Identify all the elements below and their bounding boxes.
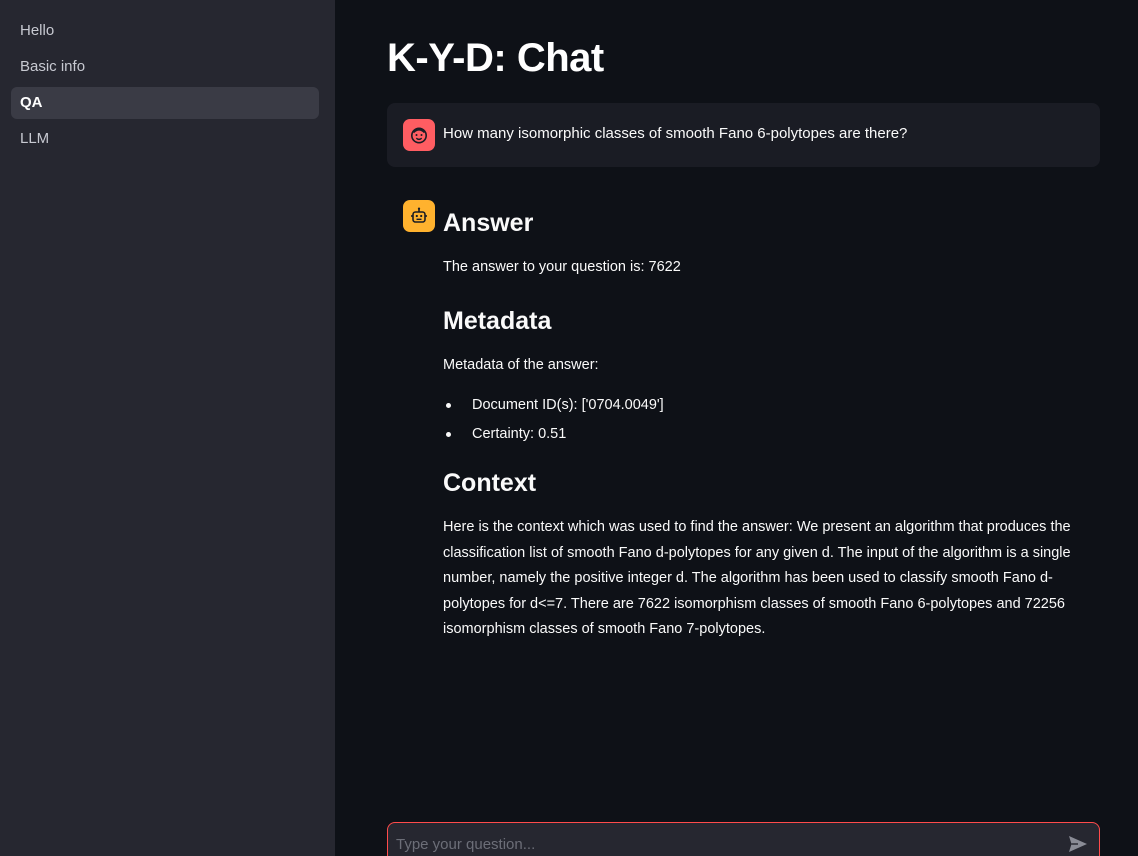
- page-title: K-Y-D: Chat: [387, 36, 604, 80]
- sidebar-item-qa[interactable]: QA: [11, 87, 319, 119]
- sidebar: Hello Basic info QA LLM: [0, 0, 335, 856]
- metadata-item-certainty: Certainty: 0.51: [443, 424, 1103, 453]
- metadata-intro: Metadata of the answer:: [443, 356, 599, 373]
- sidebar-item-basic-info[interactable]: Basic info: [11, 51, 319, 83]
- question-input[interactable]: [396, 834, 1046, 854]
- metadata-item-document-ids: Document ID(s): ['0704.0049']: [443, 395, 1103, 424]
- send-icon: [1069, 836, 1087, 852]
- context-text: Here is the context which was used to fi…: [443, 519, 1071, 637]
- user-message-text: How many isomorphic classes of smooth Fa…: [443, 125, 908, 142]
- answer-text: The answer to your question is: 7622: [443, 259, 681, 275]
- answer-heading: Answer: [443, 209, 534, 237]
- metadata-heading: Metadata: [443, 306, 552, 335]
- send-button[interactable]: [1067, 833, 1089, 855]
- assistant-message: Answer The answer to your question is: 7…: [443, 200, 1103, 643]
- main-content: K-Y-D: Chat How many isomorphic classes …: [335, 0, 1138, 856]
- app: Hello Basic info QA LLM K-Y-D: Chat How …: [0, 0, 1138, 856]
- sidebar-item-llm[interactable]: LLM: [11, 123, 319, 155]
- metadata-list: Document ID(s): ['0704.0049'] Certainty:…: [443, 395, 1103, 453]
- user-message: How many isomorphic classes of smooth Fa…: [387, 103, 1100, 167]
- smile-face-icon: [403, 119, 435, 151]
- sidebar-item-hello[interactable]: Hello: [11, 15, 319, 47]
- context-heading: Context: [443, 469, 537, 497]
- chat-input-box: [387, 822, 1100, 856]
- robot-icon: [403, 200, 435, 232]
